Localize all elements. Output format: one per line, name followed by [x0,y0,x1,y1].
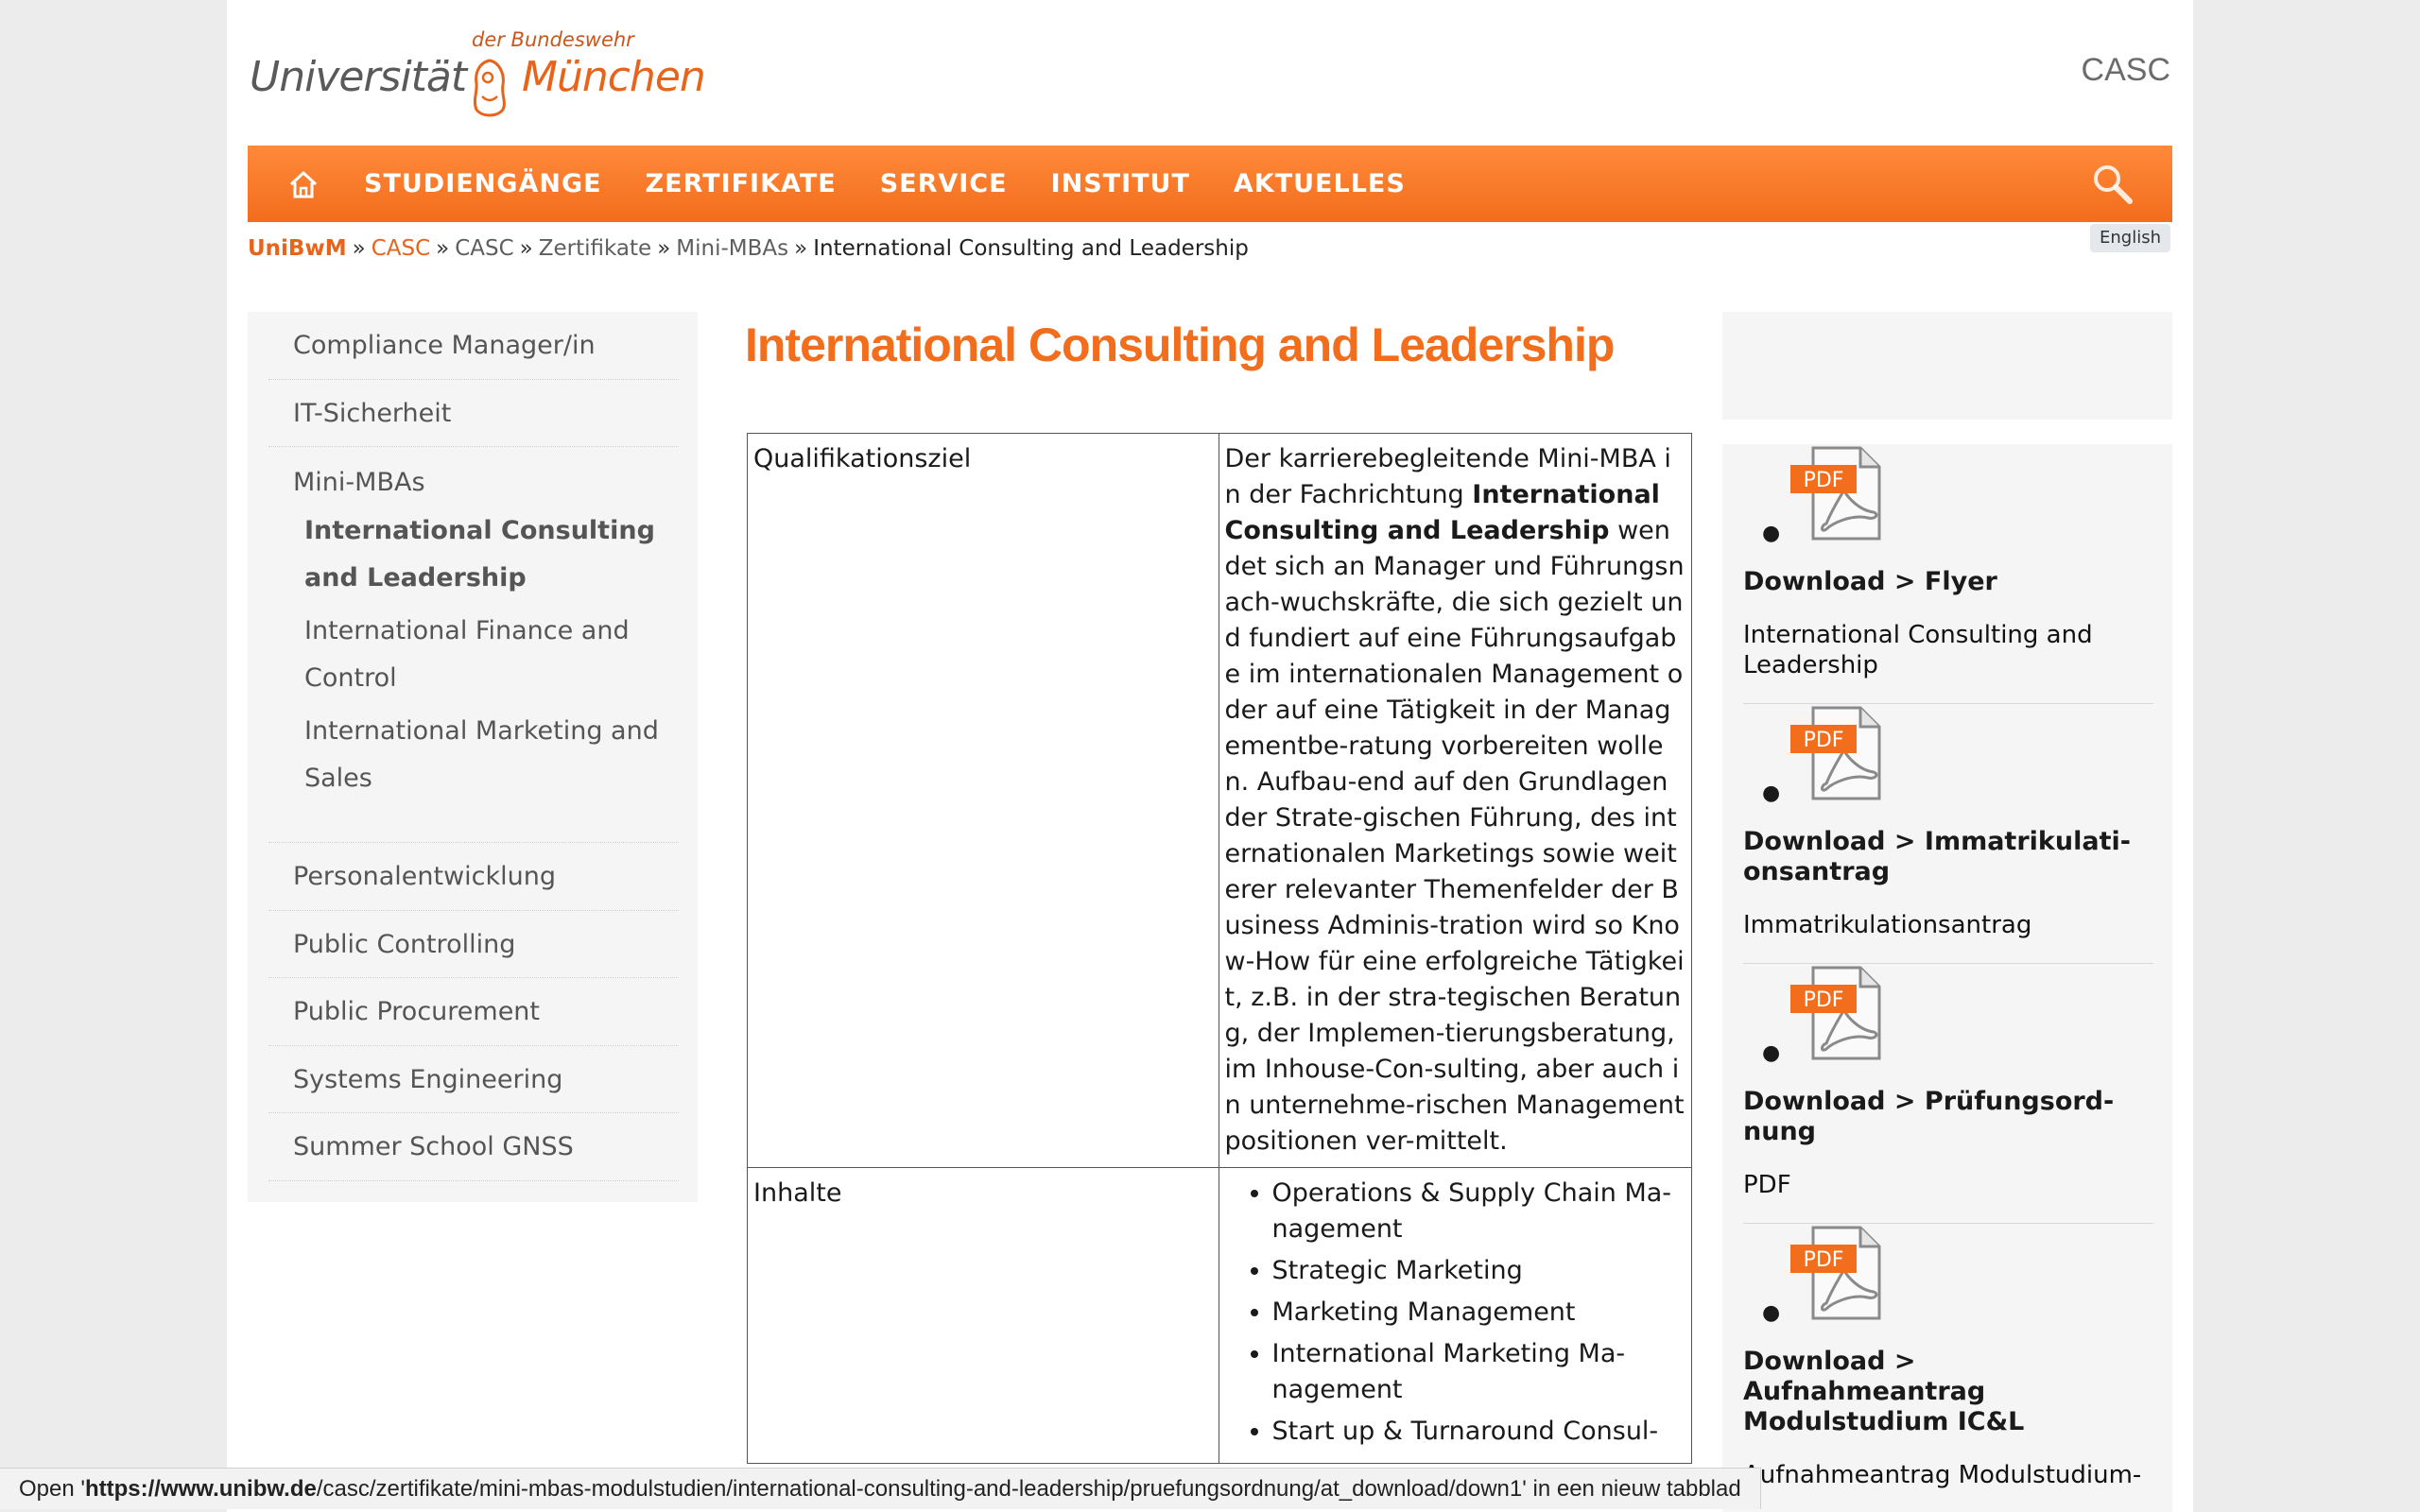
sidebar-subitem-finance-control[interactable]: International Finance and Control [293,608,679,702]
nav-institut[interactable]: INSTITUT [1029,169,1212,198]
description-text: wendet sich an Manager und Führungsnach-… [1224,516,1685,1156]
nav-service[interactable]: SERVICE [858,169,1029,198]
bullet: ● [1762,522,1781,545]
table-cell-label: Inhalte [747,1167,1219,1464]
sidebar-item-public-controlling[interactable]: Public Controlling [268,911,679,978]
nav-zertifikate[interactable]: ZERTIFIKATE [624,169,858,198]
breadcrumb-unibwm[interactable]: UniBwM [248,236,347,261]
program-info-table: Qualifikationsziel Der karrierebegleiten… [747,433,1692,1464]
breadcrumb-separator: » [519,236,533,261]
pdf-icon-label: PDF [1804,988,1844,1012]
list-item: Start up & Turnaround Consul- [1272,1414,1686,1450]
breadcrumb-current: International Consulting and Leadership [813,236,1249,261]
breadcrumb: UniBwM» CASC» CASC» Zertifikate» Mini-MBAs» I… [248,236,1249,261]
download-item-immatrikulation[interactable]: ● PDF Download > Immatrikulati-onsantrag… [1743,704,2153,964]
download-item-aufnahmeantrag[interactable]: ● PDF Download > Aufnahmeantrag Modulstu… [1743,1224,2153,1512]
download-title[interactable]: Download > Prüfungsord-nung [1743,1087,2153,1147]
nav-aktuelles[interactable]: AKTUELLES [1212,169,1427,198]
page: der Bundeswehr Universität München CASC … [227,0,2193,1512]
pdf-icon-label: PDF [1804,1248,1844,1272]
pdf-icon-label: PDF [1804,729,1844,752]
sidebar-item-systems-engineering[interactable]: Systems Engineering [268,1046,679,1113]
download-description: PDF [1743,1171,1791,1199]
table-cell-description: Der karrierebegleitende Mini-MBA in der … [1218,433,1692,1168]
download-item-pruefungsordnung[interactable]: ● PDF Download > Prüfungsord-nung PDF [1743,964,2153,1224]
nav-studiengaenge[interactable]: STUDIENGÄNGE [342,169,624,198]
search-icon[interactable] [2091,163,2135,206]
logo-subtitle: der Bundeswehr [472,28,634,51]
status-prefix: Open ' [19,1476,85,1502]
sidebar-item-public-procurement[interactable]: Public Procurement [268,978,679,1046]
list-item: Marketing Management [1272,1295,1686,1331]
table-cell-contents: Operations & Supply Chain Ma-nagement St… [1218,1167,1692,1464]
home-icon [289,171,318,198]
sidebar-item-compliance[interactable]: Compliance Manager/in [268,312,679,380]
sidebar-subitem-marketing-sales[interactable]: International Marketing and Sales [293,708,679,802]
bullet: ● [1762,782,1781,805]
table-row: Qualifikationsziel Der karrierebegleiten… [747,433,1692,1168]
download-description: Immatrikulationsantrag [1743,911,2032,939]
crest-icon [473,59,506,117]
download-item-flyer[interactable]: ● PDF Download > Flyer International Con… [1743,444,2153,704]
pdf-icon[interactable]: PDF [1789,1224,1887,1322]
pdf-icon-label: PDF [1804,469,1844,492]
sidebar-item-it-sicherheit[interactable]: IT-Sicherheit [268,380,679,447]
download-title[interactable]: Download > Flyer [1743,567,2153,597]
table-row: Inhalte Operations & Supply Chain Ma-nag… [747,1167,1692,1464]
download-description: Aufnahmeantrag Modulstudium- [1743,1461,2142,1489]
status-url-path: /casc/zertifikate/mini-mbas-modulstudien… [316,1476,1523,1502]
breadcrumb-zertifikate[interactable]: Zertifikate [539,236,651,261]
list-item: International Marketing Ma-nagement [1272,1336,1686,1408]
site-name[interactable]: CASC [2082,52,2170,89]
sidebar-item-mini-mbas[interactable]: Mini-MBAs [293,464,679,502]
sidebar-item-summer-school[interactable]: Summer School GNSS [268,1113,679,1181]
sidebar: Compliance Manager/in IT-Sicherheit Mini… [248,312,698,1202]
breadcrumb-separator: » [794,236,808,261]
main-navigation: STUDIENGÄNGE ZERTIFIKATE SERVICE INSTITU… [248,146,2172,222]
university-logo[interactable]: der Bundeswehr Universität München [250,26,706,121]
page-title: International Consulting and Leadership [745,318,1615,371]
logo-text-right: München [522,53,706,101]
breadcrumb-separator: » [436,236,450,261]
contents-list: Operations & Supply Chain Ma-nagement St… [1225,1176,1686,1450]
list-item: Operations & Supply Chain Ma-nagement [1272,1176,1686,1247]
sidebar-subitem-consulting-leadership[interactable]: International Consulting and Leadership [293,507,679,602]
sidebar-item-personalentwicklung[interactable]: Personalentwicklung [268,843,679,911]
download-title[interactable]: Download > Immatrikulati-onsantrag [1743,827,2153,887]
pdf-icon[interactable]: PDF [1789,704,1887,802]
status-url-host: https://www.unibw.de [84,1476,317,1502]
list-item: Strategic Marketing [1272,1253,1686,1289]
breadcrumb-mini-mbas[interactable]: Mini-MBAs [676,236,788,261]
bullet: ● [1762,1041,1781,1065]
breadcrumb-separator: » [352,236,366,261]
table-cell-label: Qualifikationsziel [747,433,1219,1168]
right-panel-top [1722,312,2172,420]
breadcrumb-casc-root[interactable]: CASC [372,236,430,261]
browser-status-bar: Open 'https://www.unibw.de/casc/zertifik… [0,1468,1761,1509]
breadcrumb-separator: » [657,236,671,261]
download-title[interactable]: Download > Aufnahmeantrag Modulstudium I… [1743,1347,2153,1437]
pdf-icon[interactable]: PDF [1789,444,1887,542]
logo-text-left: Universität [250,53,467,101]
language-switch-button[interactable]: English [2090,224,2170,252]
sidebar-group-mini-mbas: Mini-MBAs International Consulting and L… [268,447,679,843]
downloads-panel: ● PDF Download > Flyer International Con… [1722,444,2172,1512]
home-button[interactable] [265,146,342,222]
breadcrumb-casc[interactable]: CASC [455,236,513,261]
bullet: ● [1762,1301,1781,1325]
status-suffix: ' in een nieuw tabblad [1522,1476,1741,1502]
download-description: International Consulting and Leadership [1743,621,2093,679]
pdf-icon[interactable]: PDF [1789,964,1887,1062]
